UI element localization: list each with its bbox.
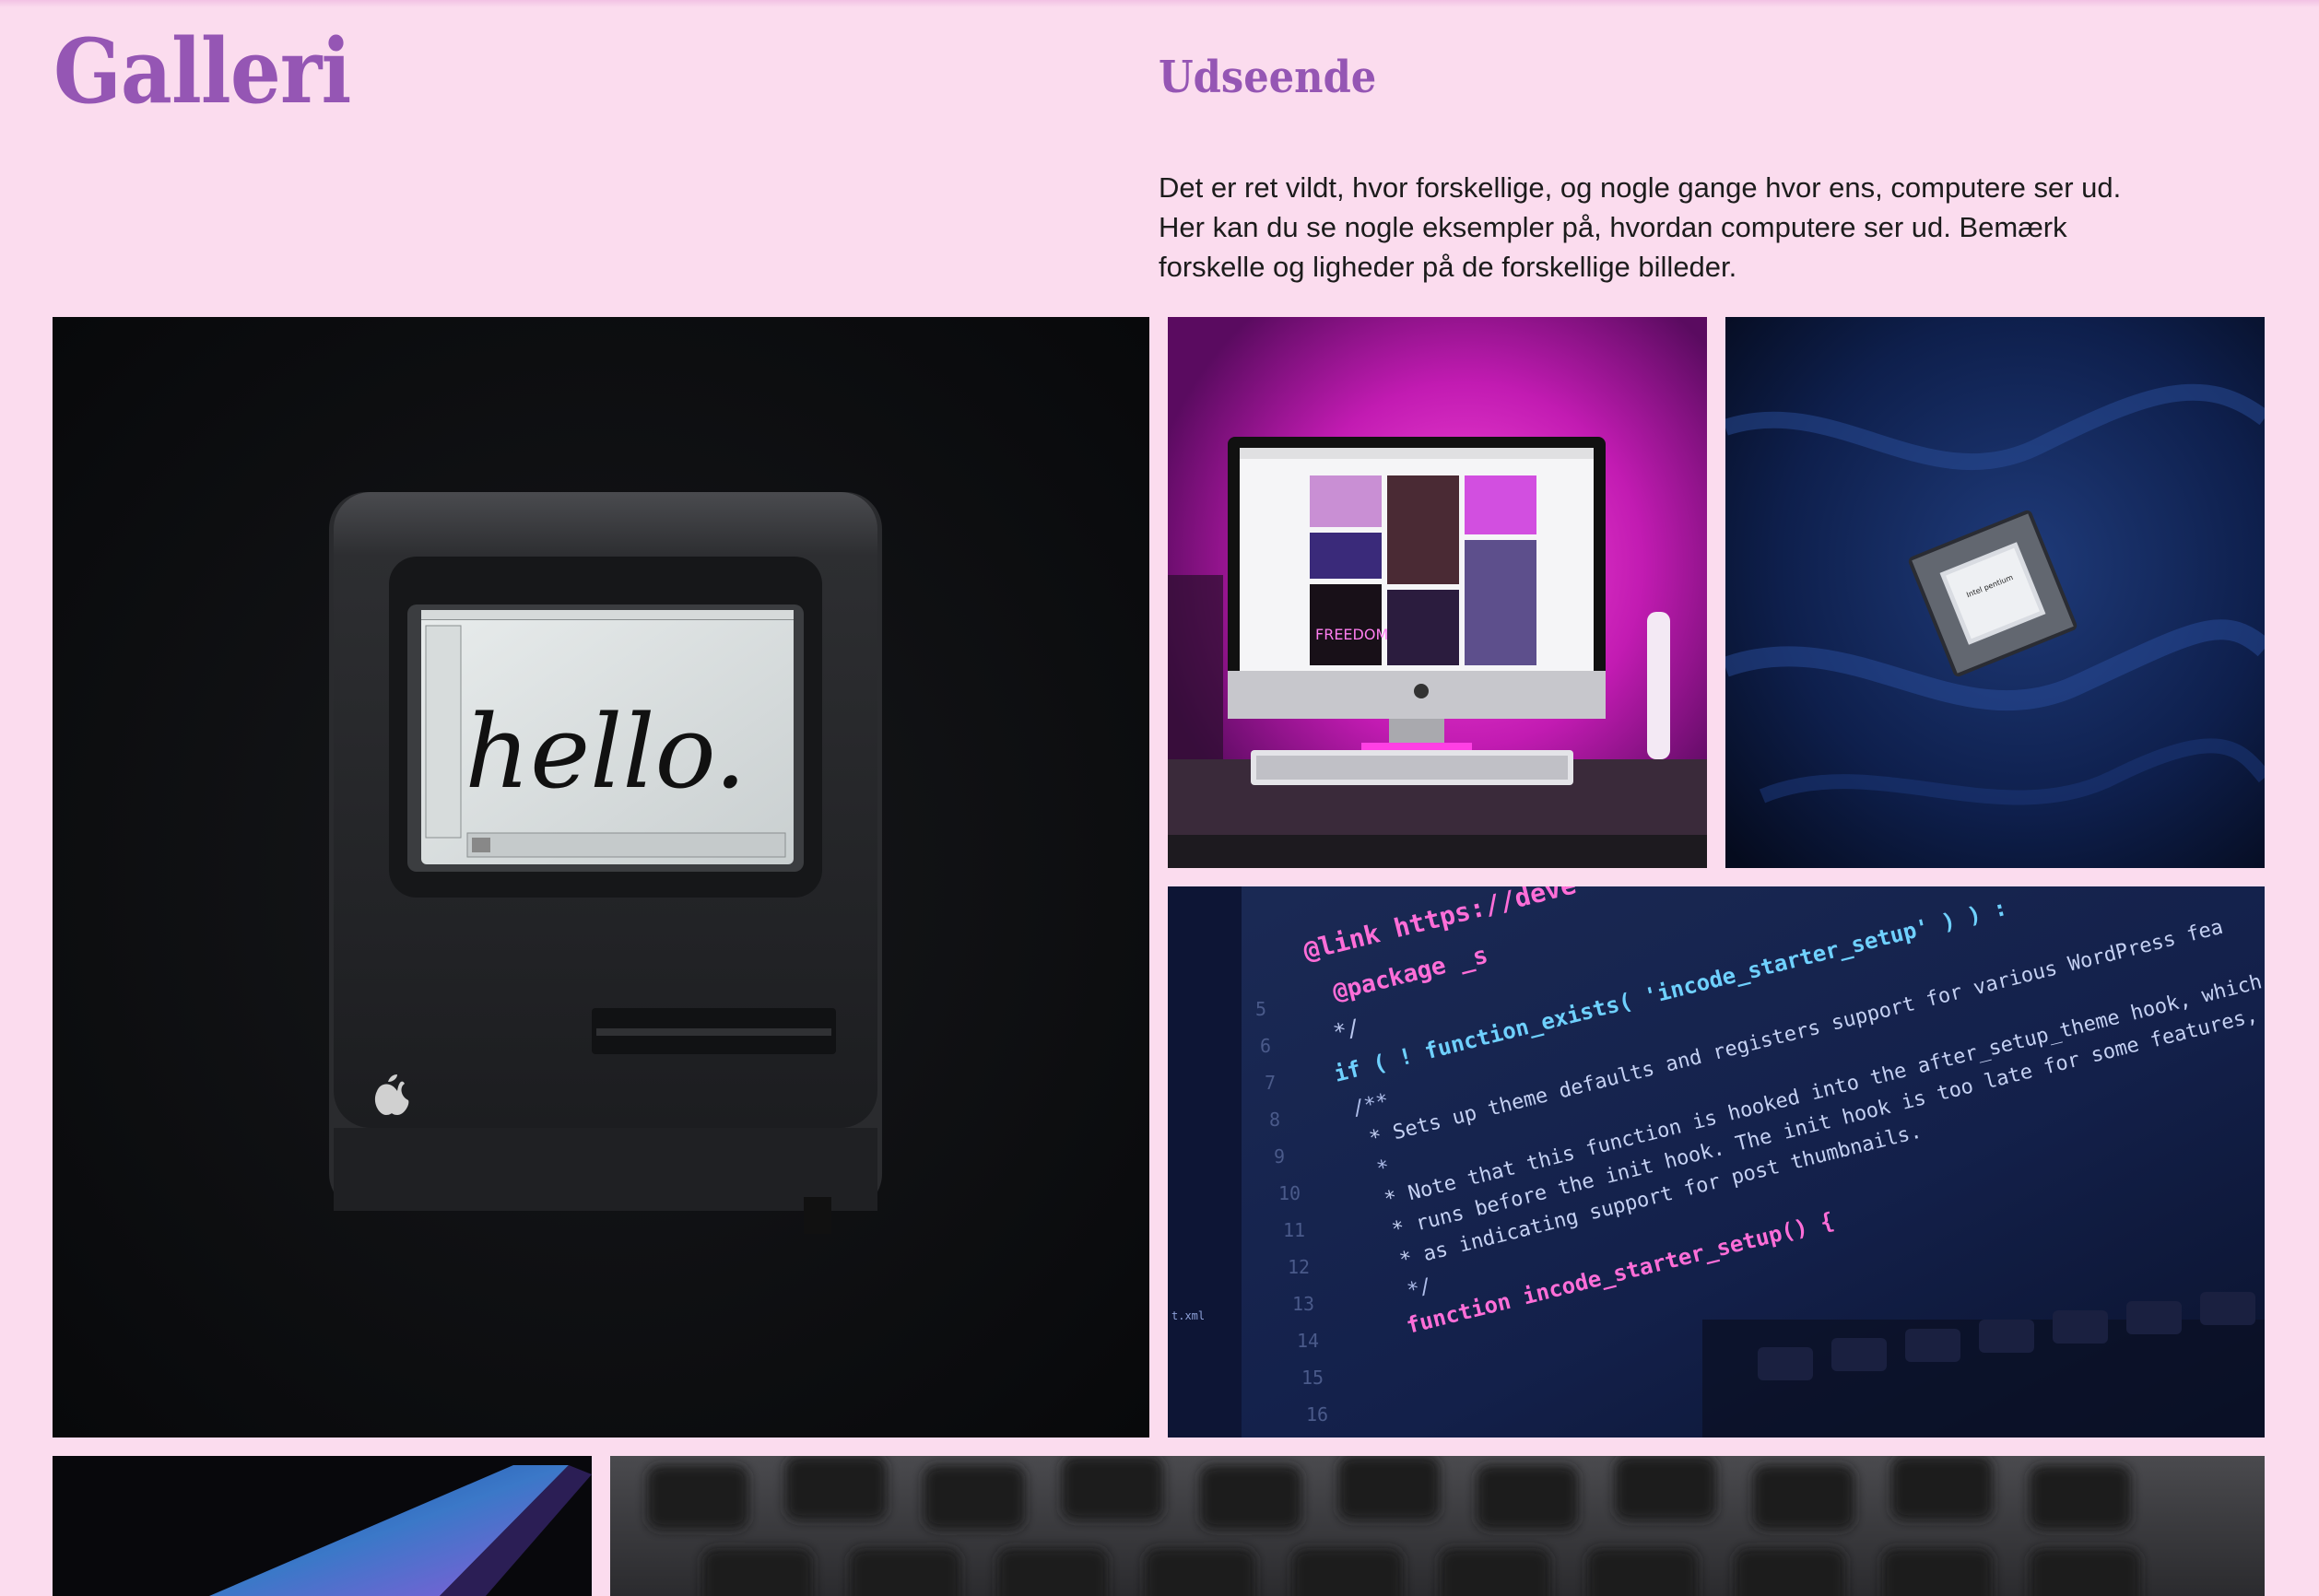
gallery-image-keyboard[interactable] [610,1456,2265,1596]
gallery-image-laptop[interactable] [53,1456,592,1596]
svg-text:15: 15 [1301,1367,1324,1389]
gallery-image-code[interactable]: @link https://deve @package _s */ if ( !… [1168,886,2265,1438]
svg-text:14: 14 [1297,1330,1319,1352]
file-label: t.xml [1171,1309,1205,1322]
svg-text:13: 13 [1292,1293,1314,1315]
imac-illustration: FREEDOM [1168,317,1707,868]
imac-screen-text: FREEDOM [1315,626,1388,643]
section-title: Udseende [1159,52,1377,103]
svg-text:6: 6 [1260,1035,1271,1057]
svg-text:5: 5 [1255,998,1266,1020]
svg-text:7: 7 [1265,1072,1276,1094]
keyboard-illustration [610,1456,2265,1596]
laptop-illustration [53,1456,592,1596]
gallery-image-cpu[interactable]: Intel pentium [1725,317,2265,868]
gallery-image-imac[interactable]: FREEDOM [1168,317,1707,868]
svg-text:11: 11 [1283,1219,1305,1241]
svg-text:10: 10 [1278,1182,1301,1204]
cpu-illustration: Intel pentium [1725,317,2265,868]
code-illustration: @link https://deve @package _s */ if ( !… [1168,886,2265,1438]
svg-text:9: 9 [1274,1145,1285,1168]
svg-text:12: 12 [1288,1256,1310,1278]
svg-text:16: 16 [1306,1403,1328,1426]
section-description: Det er ret vildt, hvor forskellige, og n… [1159,171,2122,283]
page-title: Galleri [53,19,351,123]
svg-text:8: 8 [1269,1109,1280,1131]
gallery-image-classic-mac[interactable]: hello. [53,317,1149,1438]
mac-screen-text: hello. [465,693,747,811]
classic-mac-illustration: hello. [53,317,1149,1438]
